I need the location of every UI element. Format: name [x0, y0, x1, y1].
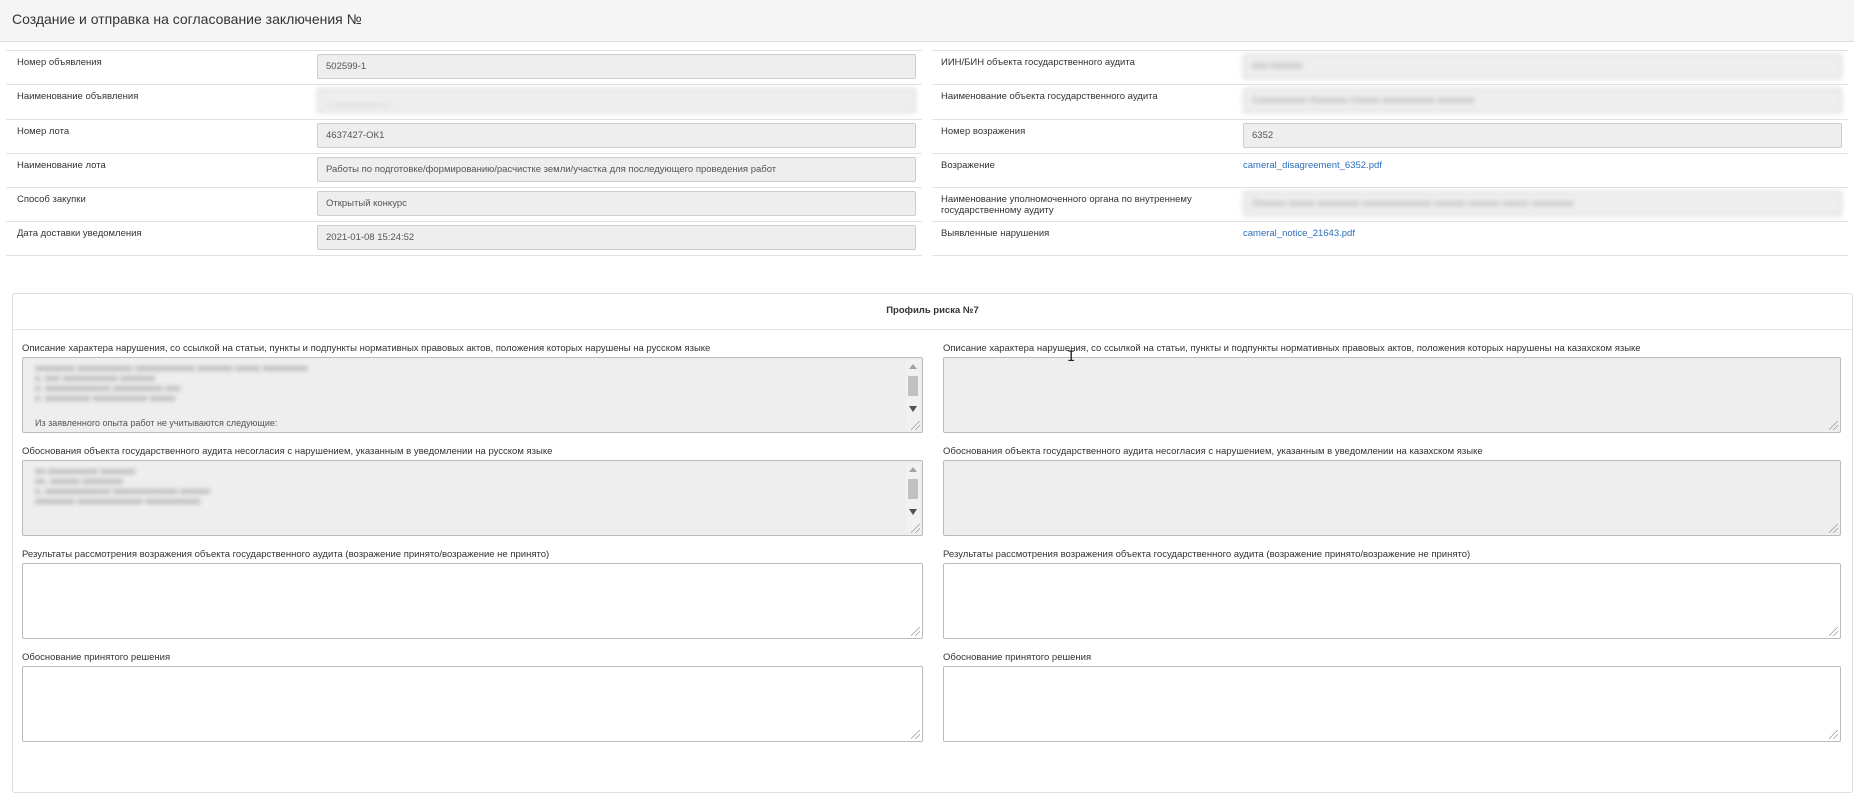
scroll-down-icon[interactable]	[909, 406, 917, 412]
readonly-field[interactable]: 000 000000	[1243, 54, 1842, 79]
resize-handle-icon[interactable]	[1829, 421, 1838, 430]
readonly-field[interactable]: Открытый конкурс	[317, 191, 916, 217]
resize-handle-icon[interactable]	[1829, 627, 1838, 636]
info-row-right: Возражение cameral_disagreement_6352.pdf	[932, 152, 1848, 187]
info-column-right: ИИН/БИН объекта государственного аудита 0…	[932, 50, 1848, 256]
field-label: Обоснование принятого решения	[22, 652, 171, 663]
text-line: о. ооооооооо ооооооооооо ооооо	[35, 393, 176, 403]
scroll-up-icon[interactable]	[909, 467, 917, 472]
textarea[interactable]	[22, 666, 923, 742]
info-label: Наименование объявления	[17, 91, 139, 103]
info-label: Номер лота	[17, 125, 70, 137]
info-label: Номер возражения	[941, 125, 1026, 137]
info-row-right: Выявленные нарушения cameral_notice_21643…	[932, 221, 1848, 256]
risk-profile-panel: Профиль риска №7 Описание характера нару…	[12, 293, 1853, 793]
page-title: Создание и отправка на согласование закл…	[12, 11, 362, 27]
info-row-left: Наименование объявления _ _________ _	[6, 84, 922, 118]
info-row-right: Наименование уполномоченного органа по в…	[932, 187, 1848, 221]
resize-handle-icon[interactable]	[911, 730, 920, 739]
page-header: Создание и отправка на согласование закл…	[0, 0, 1854, 42]
scroll-thumb[interactable]	[908, 376, 918, 396]
field-label: Результаты рассмотрения возражения объек…	[22, 549, 550, 560]
field-label: Описание характера нарушения, со ссылкой…	[943, 343, 1641, 354]
readonly-textarea[interactable]: оо оооооооооо ооооооо оо. оооооо оооооооо…	[22, 460, 923, 536]
field-label: Обоснования объекта государственного ауд…	[943, 446, 1483, 457]
scrollbar[interactable]	[906, 463, 920, 533]
readonly-field[interactable]: Сооооооооо Ооооооо Ооооо оооооооооо оооо…	[1243, 88, 1842, 114]
info-label: Наименование уполномоченного органа по в…	[941, 194, 1192, 217]
info-label: Возражение	[941, 159, 995, 171]
text-line: оооооооо ооооооооооооо ооооооооооо	[35, 496, 201, 506]
file-link[interactable]: cameral_notice_21643.pdf	[1243, 225, 1848, 254]
risk-profile-fields: Описание характера нарушения, со ссылкой…	[13, 330, 1852, 742]
text-line: о. ооооооооооооо оооооооооо ооо	[35, 383, 181, 393]
scrollbar[interactable]	[906, 360, 920, 430]
info-label: Наименование лота	[17, 159, 106, 171]
blurred-text: оооооооо ооооооооооо оооооооооооо оооооо…	[35, 363, 898, 423]
risk-profile-title: Профиль риска №7	[13, 294, 1852, 330]
text-line: оо. оооооо оооооооо	[35, 476, 123, 486]
readonly-field[interactable]: 4637427-ОК1	[317, 122, 916, 148]
info-row-left: Номер объявления 502599-1	[6, 50, 922, 84]
scroll-thumb[interactable]	[908, 479, 918, 499]
text-line: о. ооо ооооооооооо ооооооо	[35, 373, 156, 383]
readonly-field[interactable]: Оооооо ооооо оооооооо ооооооооооооо оооо…	[1243, 191, 1842, 217]
resize-handle-icon[interactable]	[911, 421, 920, 430]
text-line: оо оооооооооо ооооооо	[35, 466, 136, 476]
resize-handle-icon[interactable]	[1829, 524, 1838, 533]
textarea[interactable]	[943, 666, 1841, 742]
field-label: Обоснования объекта государственного ауд…	[22, 446, 553, 457]
field-label: Описание характера нарушения, со ссылкой…	[22, 343, 711, 354]
readonly-field[interactable]: _ _________ _	[317, 88, 916, 114]
readonly-field[interactable]: Работы по подготовке/формированию/расчис…	[317, 156, 916, 182]
info-row-left: Наименование лота Работы по подготовке/фо…	[6, 152, 922, 187]
info-row-left: Номер лота 4637427-ОК1	[6, 118, 922, 153]
info-row-right: Номер возражения 6352	[932, 118, 1848, 153]
readonly-field[interactable]: 2021-01-08 15:24:52	[317, 225, 916, 251]
info-label: ИИН/БИН объекта государственного аудита	[941, 57, 1135, 68]
form-field: Результаты рассмотрения возражения объек…	[22, 536, 943, 639]
readonly-textarea[interactable]	[943, 357, 1841, 433]
form-field: Результаты рассмотрения возражения объек…	[943, 536, 1841, 639]
info-row-right: Наименование объекта государственного ау…	[932, 84, 1848, 118]
form-field: Обоснования объекта государственного ауд…	[22, 433, 943, 536]
readonly-field[interactable]: 502599-1	[317, 54, 916, 79]
text-line: о. ооооооооооооо ооооооооооооо оооооо	[35, 486, 211, 496]
form-field: Описание характера нарушения, со ссылкой…	[22, 330, 943, 433]
info-area: Номер объявления 502599-1 Наименование объ…	[6, 50, 1848, 256]
text-line: оооооооо ооооооооооо оооооооооооо оооооо…	[35, 363, 308, 373]
textarea[interactable]	[22, 563, 923, 639]
text-line-visible: Из заявленного опыта работ не учитываютс…	[35, 418, 278, 428]
info-row-right: ИИН/БИН объекта государственного аудита 0…	[932, 50, 1848, 84]
info-label: Выявленные нарушения	[941, 228, 1050, 240]
blurred-text: оо оооооооооо ооооооо оо. оооооо оооооооо…	[35, 466, 898, 526]
readonly-field[interactable]: 6352	[1243, 122, 1842, 148]
resize-handle-icon[interactable]	[911, 524, 920, 533]
info-label: Дата доставки уведомления	[17, 228, 142, 240]
info-column-left: Номер объявления 502599-1 Наименование объ…	[6, 50, 922, 256]
file-link[interactable]: cameral_disagreement_6352.pdf	[1243, 157, 1848, 187]
readonly-textarea[interactable]	[943, 460, 1841, 536]
textarea[interactable]	[943, 563, 1841, 639]
scroll-down-icon[interactable]	[909, 509, 917, 515]
resize-handle-icon[interactable]	[1829, 730, 1838, 739]
info-label: Способ закупки	[17, 194, 86, 206]
scroll-up-icon[interactable]	[909, 364, 917, 369]
readonly-textarea[interactable]: оооооооо ооооооооооо оооооооооооо оооооо…	[22, 357, 923, 433]
form-field: Обоснование принятого решения	[22, 639, 943, 742]
field-label: Результаты рассмотрения возражения объек…	[943, 549, 1471, 560]
info-label: Наименование объекта государственного ау…	[941, 91, 1158, 103]
info-label: Номер объявления	[17, 57, 102, 68]
info-row-left: Способ закупки Открытый конкурс	[6, 187, 922, 221]
field-label: Обоснование принятого решения	[943, 652, 1092, 663]
form-field: Обоснование принятого решения	[943, 639, 1841, 742]
form-field: Описание характера нарушения, со ссылкой…	[943, 330, 1841, 433]
form-field: Обоснования объекта государственного ауд…	[943, 433, 1841, 536]
resize-handle-icon[interactable]	[911, 627, 920, 636]
text-cursor-icon: I	[1067, 349, 1076, 365]
info-row-left: Дата доставки уведомления 2021-01-08 15:2…	[6, 221, 922, 256]
